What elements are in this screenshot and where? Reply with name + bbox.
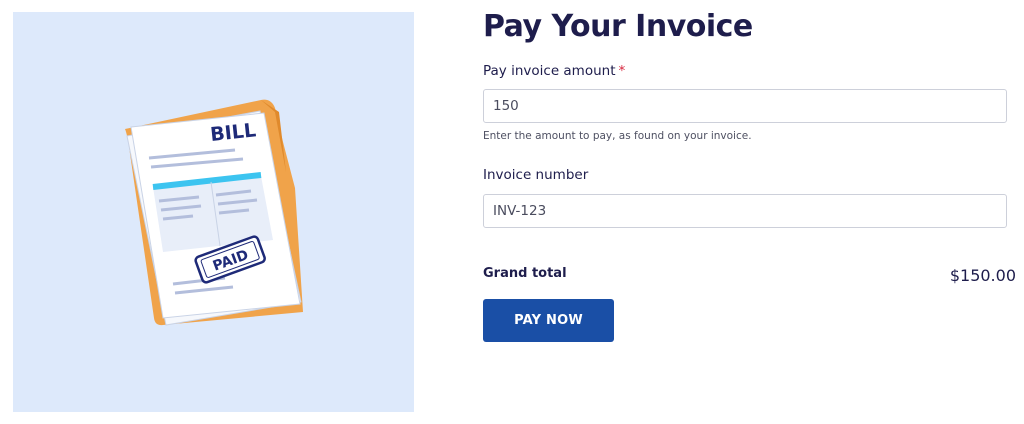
pay-now-button[interactable]: PAY NOW [483,299,614,342]
amount-helper-text: Enter the amount to pay, as found on you… [483,130,752,142]
amount-input[interactable] [483,89,1007,123]
invoice-number-input[interactable] [483,194,1007,228]
invoice-illustration-panel: BILL PAID [13,12,414,412]
grand-total-label: Grand total [483,266,567,281]
grand-total-value: $150.00 [949,266,1016,285]
invoice-payment-form: Pay Your Invoice Pay invoice amount* Ent… [483,0,1024,424]
required-marker: * [618,63,626,79]
invoice-number-label: Invoice number [483,167,589,183]
amount-label: Pay invoice amount * [483,63,625,79]
amount-label-text: Pay invoice amount [483,63,616,79]
page-title: Pay Your Invoice [483,9,753,44]
bill-folder-illustration: BILL PAID [125,99,303,326]
